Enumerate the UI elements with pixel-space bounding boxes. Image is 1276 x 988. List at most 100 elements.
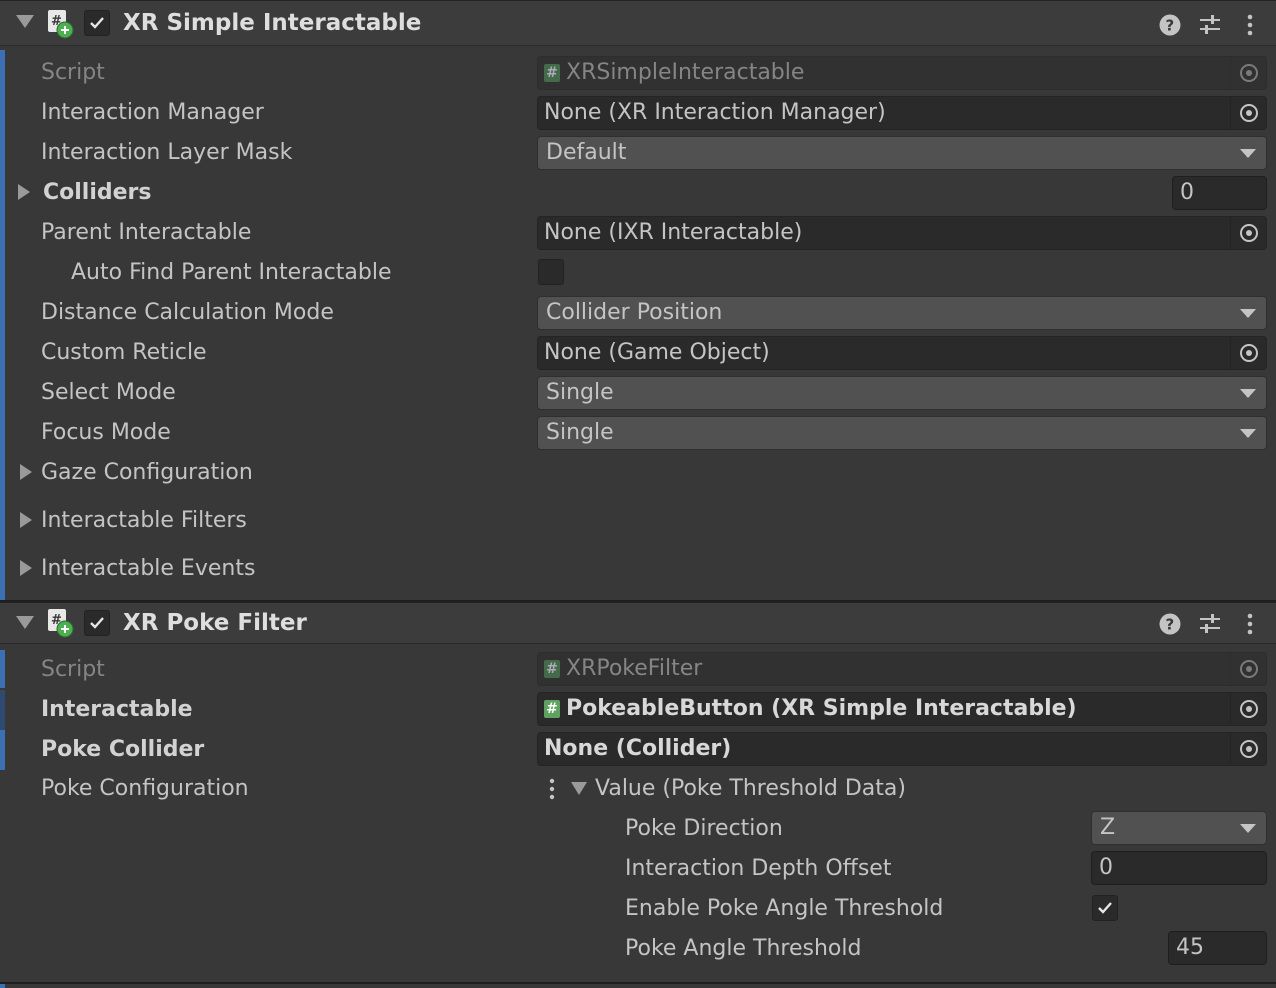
focus-mode-label: Focus Mode (41, 420, 171, 445)
object-picker-button[interactable] (1230, 217, 1266, 249)
depth-offset-label: Interaction Depth Offset (625, 856, 892, 881)
poke-threshold-value-foldout[interactable]: Value (Poke Threshold Data) (595, 775, 906, 803)
kebab-menu-icon[interactable] (1240, 612, 1260, 636)
component-header-xr-poke-filter[interactable]: # XR Poke Filter ? (0, 602, 1276, 644)
script-field-text: # XRSimpleInteractable (544, 59, 804, 87)
component-enabled-checkbox[interactable] (84, 610, 110, 636)
foldout-arrow-icon[interactable] (18, 184, 30, 200)
gaze-configuration-foldout[interactable]: Gaze Configuration (41, 459, 253, 487)
help-icon[interactable]: ? (1158, 13, 1182, 37)
poke-collider-label: Poke Collider (41, 737, 205, 762)
svg-text:?: ? (1166, 616, 1175, 634)
colliders-label[interactable]: Colliders (43, 179, 152, 207)
interactable-field[interactable]: # PokeableButton (XR Simple Interactable) (537, 692, 1267, 726)
script-label: Script (41, 60, 105, 85)
foldout-arrow-icon[interactable] (20, 512, 32, 528)
custom-reticle-value: None (Game Object) (544, 340, 770, 365)
inspector-left-accent (0, 50, 5, 600)
check-icon (90, 17, 104, 29)
layer-mask-value: Default (546, 140, 627, 165)
object-picker-button[interactable] (1230, 733, 1266, 765)
interaction-manager-field[interactable]: None (XR Interaction Manager) (537, 96, 1267, 130)
object-picker-button[interactable] (1230, 337, 1266, 369)
foldout-arrow-icon[interactable] (20, 464, 32, 480)
chevron-down-icon (1240, 824, 1256, 833)
layer-mask-dropdown[interactable]: Default (537, 136, 1267, 170)
angle-threshold-value: 45 (1176, 935, 1204, 960)
auto-find-parent-checkbox[interactable] (538, 259, 564, 285)
poke-collider-field[interactable]: None (Collider) (537, 732, 1267, 766)
script-file-icon: # (544, 660, 560, 678)
poke-direction-label: Poke Direction (625, 816, 783, 841)
object-picker-button[interactable] (1230, 97, 1266, 129)
script-field: # XRPokeFilter (537, 652, 1267, 686)
depth-offset-value: 0 (1099, 855, 1113, 880)
chevron-down-icon (1240, 389, 1256, 398)
foldout-arrow-icon[interactable] (20, 560, 32, 576)
select-mode-label: Select Mode (41, 380, 176, 405)
component-enabled-checkbox[interactable] (84, 10, 110, 36)
help-icon[interactable]: ? (1158, 612, 1182, 636)
component-header-xr-simple-interactable[interactable]: # XR Simple Interactable ? (0, 0, 1276, 46)
script-file-icon: # (544, 700, 560, 718)
auto-find-parent-label: Auto Find Parent Interactable (71, 260, 392, 285)
chevron-down-icon (1240, 309, 1256, 318)
collapse-arrow-icon[interactable] (16, 15, 34, 28)
parent-interactable-field[interactable]: None (IXR Interactable) (537, 216, 1267, 250)
colliders-count: 0 (1180, 180, 1194, 205)
interactable-events-foldout[interactable]: Interactable Events (41, 555, 255, 583)
kebab-menu-icon[interactable] (544, 777, 560, 801)
preset-icon[interactable] (1198, 13, 1222, 37)
object-picker-button (1230, 57, 1266, 89)
interaction-manager-label: Interaction Manager (41, 100, 264, 125)
interactable-label: Interactable (41, 697, 193, 722)
chevron-down-icon (1240, 149, 1256, 158)
script-component-icon: # (48, 10, 74, 39)
distance-mode-value: Collider Position (546, 300, 723, 325)
layer-mask-label: Interaction Layer Mask (41, 140, 293, 165)
angle-threshold-field[interactable]: 45 (1168, 931, 1267, 965)
check-icon (90, 617, 104, 629)
custom-reticle-label: Custom Reticle (41, 340, 207, 365)
inspector-left-accent (0, 984, 5, 988)
target-icon (1240, 660, 1258, 678)
inspector-left-accent (0, 730, 5, 770)
select-mode-dropdown[interactable]: Single (537, 376, 1267, 410)
distance-mode-dropdown[interactable]: Collider Position (537, 296, 1267, 330)
expand-arrow-icon[interactable] (571, 782, 587, 795)
parent-interactable-value: None (IXR Interactable) (544, 220, 803, 245)
script-label: Script (41, 657, 105, 682)
collapse-arrow-icon[interactable] (16, 616, 34, 629)
object-picker-button[interactable] (1230, 693, 1266, 725)
script-field: # XRSimpleInteractable (537, 56, 1267, 90)
target-icon (1240, 224, 1258, 242)
kebab-menu-icon[interactable] (1240, 13, 1260, 37)
component-title: XR Simple Interactable (123, 10, 422, 36)
enable-angle-threshold-checkbox[interactable] (1092, 895, 1118, 921)
colliders-count-field[interactable]: 0 (1172, 176, 1267, 210)
check-icon (1098, 902, 1112, 914)
chevron-down-icon (1240, 429, 1256, 438)
distance-mode-label: Distance Calculation Mode (41, 300, 334, 325)
component-divider (0, 982, 1276, 984)
focus-mode-value: Single (546, 420, 614, 445)
target-icon (1240, 740, 1258, 758)
interactable-filters-foldout[interactable]: Interactable Filters (41, 507, 247, 535)
parent-interactable-label: Parent Interactable (41, 220, 252, 245)
select-mode-value: Single (546, 380, 614, 405)
angle-threshold-label: Poke Angle Threshold (625, 936, 862, 961)
target-icon (1240, 104, 1258, 122)
preset-icon[interactable] (1198, 612, 1222, 636)
focus-mode-dropdown[interactable]: Single (537, 416, 1267, 450)
poke-direction-dropdown[interactable]: Z (1091, 811, 1267, 845)
custom-reticle-field[interactable]: None (Game Object) (537, 336, 1267, 370)
poke-configuration-label: Poke Configuration (41, 776, 249, 801)
depth-offset-field[interactable]: 0 (1091, 851, 1267, 885)
poke-collider-value: None (Collider) (544, 736, 732, 761)
script-component-icon: # (48, 609, 74, 638)
interaction-manager-value: None (XR Interaction Manager) (544, 100, 886, 125)
inspector-left-accent (0, 690, 5, 730)
poke-direction-value: Z (1100, 815, 1116, 840)
enable-angle-threshold-label: Enable Poke Angle Threshold (625, 896, 944, 921)
target-icon (1240, 700, 1258, 718)
